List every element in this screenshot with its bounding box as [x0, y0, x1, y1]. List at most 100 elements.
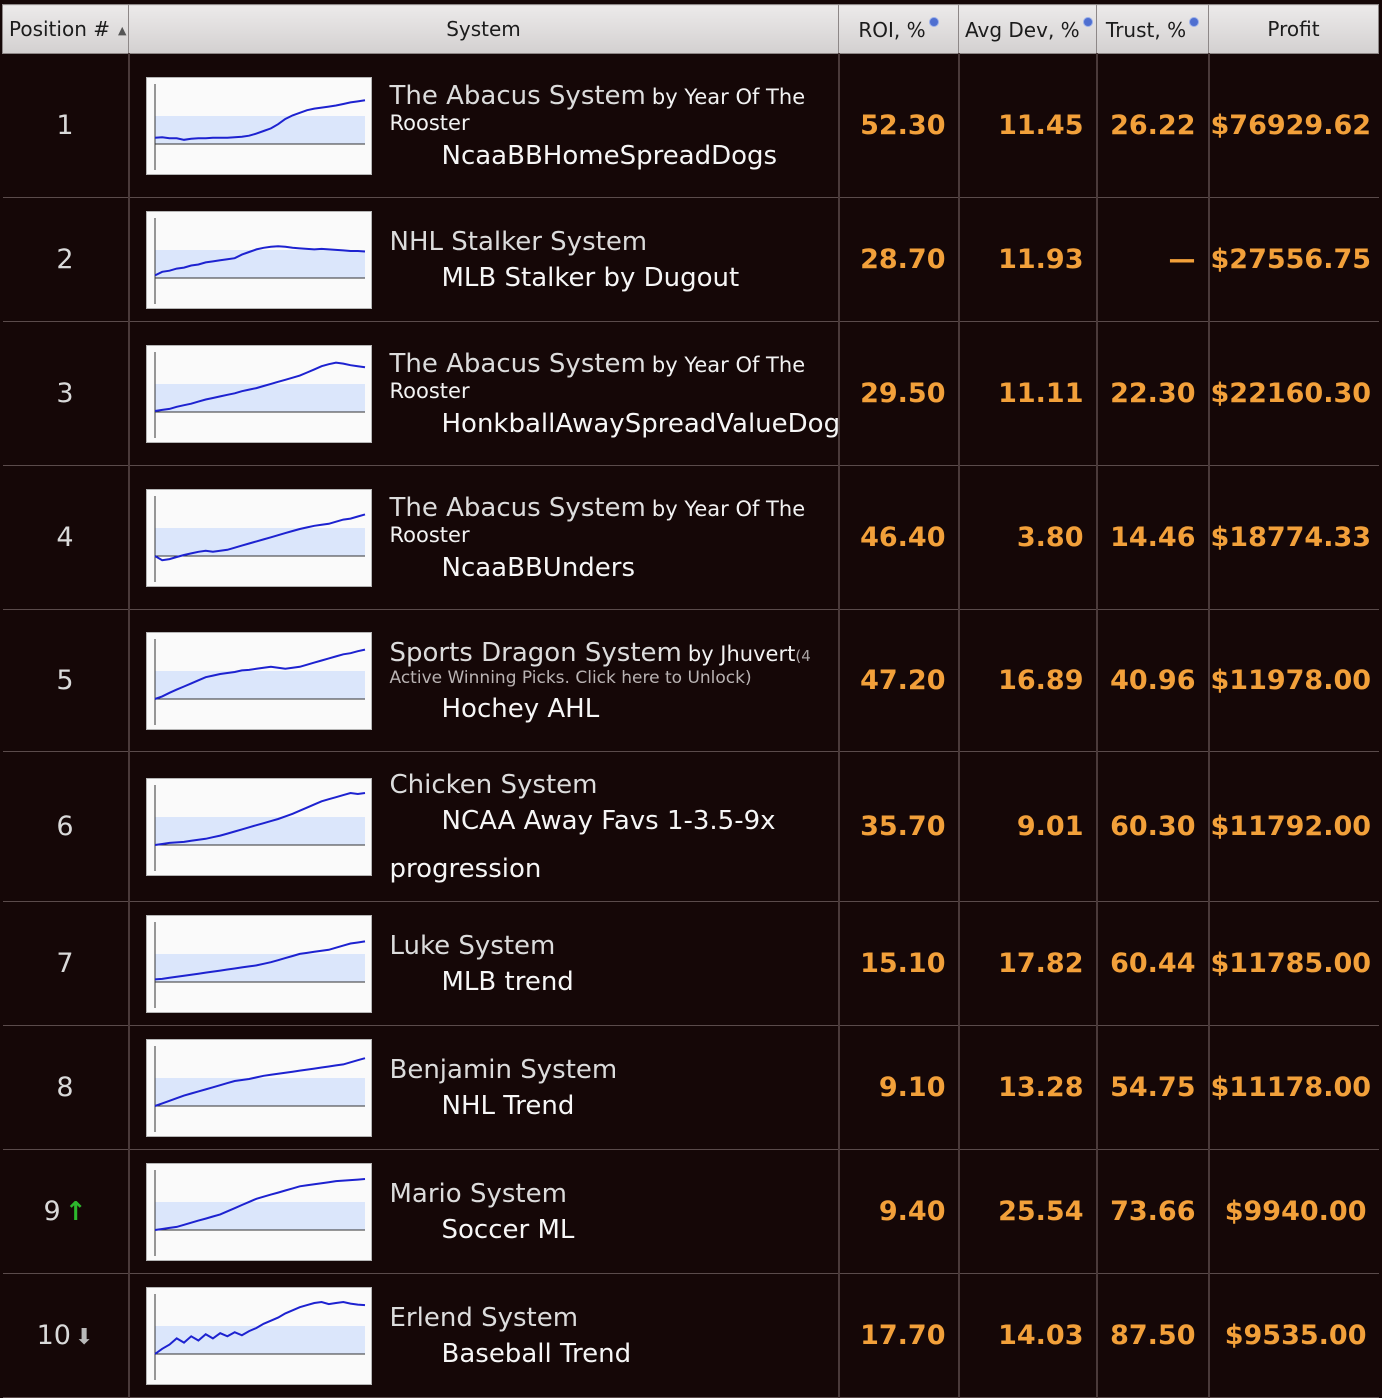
- system-author-cont: Rooster: [389, 522, 470, 547]
- column-header-profit[interactable]: Profit: [1208, 4, 1379, 54]
- profit-sparkline-chart[interactable]: [145, 777, 372, 876]
- roi-cell: 52.30: [837, 53, 959, 198]
- position-number: 10: [36, 1320, 71, 1351]
- strategy-name: NcaaBBUnders: [441, 552, 636, 583]
- avg-dev-cell: 3.80: [957, 465, 1097, 610]
- info-icon[interactable]: [928, 16, 939, 27]
- strategy-name: NHL Trend: [441, 1090, 575, 1121]
- strategy-name: NCAA Away Favs 1-3.5-9x: [441, 805, 776, 836]
- table-row[interactable]: 5 Sports Dragon System by Jhuvert(4 Active …: [2, 609, 1379, 752]
- system-name-link[interactable]: Erlend System: [390, 1303, 579, 1333]
- table-row[interactable]: 8 Benjamin System NHL Trend 9.10 13.28 54.75 $…: [2, 1025, 1379, 1150]
- system-author: by Year Of The: [651, 352, 806, 377]
- table-row[interactable]: 9 ↑ Mario System Soccer ML 9.40 25.54 73.66 $99…: [2, 1149, 1379, 1274]
- system-cell[interactable]: NHL Stalker System MLB Stalker by Dugout: [127, 197, 839, 322]
- profit-sparkline-chart[interactable]: [145, 488, 372, 587]
- system-name-link[interactable]: Chicken System: [390, 770, 598, 800]
- system-cell[interactable]: Erlend System Baseball Trend: [127, 1273, 839, 1398]
- system-name-link[interactable]: The Abacus System: [390, 349, 646, 379]
- sparkline-band: [154, 1201, 365, 1230]
- table-row[interactable]: 1 The Abacus System by Year Of The Rooster N…: [2, 53, 1379, 198]
- position-number: 4: [56, 522, 74, 553]
- position-cell: 4: [2, 465, 129, 610]
- position-number: 2: [56, 244, 74, 275]
- info-icon[interactable]: [1082, 16, 1093, 27]
- profit-sparkline-chart[interactable]: [145, 914, 372, 1013]
- profit-sparkline-chart[interactable]: [145, 1162, 372, 1261]
- table-row[interactable]: 4 The Abacus System by Year Of The Rooster N…: [2, 465, 1379, 610]
- system-cell[interactable]: The Abacus System by Year Of The Rooster Nc…: [127, 53, 839, 198]
- profit-sparkline-chart[interactable]: [145, 210, 372, 309]
- trust-cell: —: [1095, 197, 1209, 322]
- profit-cell: $22160.30: [1207, 321, 1379, 466]
- system-cell[interactable]: Luke System MLB trend: [127, 901, 839, 1026]
- system-name-link[interactable]: The Abacus System: [390, 81, 646, 111]
- table-row[interactable]: 2 NHL Stalker System MLB Stalker by Dugout…: [2, 197, 1379, 322]
- table-row[interactable]: 10 ⬇ Erlend System Baseball Trend 17.70 14.03…: [2, 1273, 1379, 1398]
- column-header-position[interactable]: Position # ▲: [2, 4, 129, 54]
- strategy-name: NcaaBBHomeSpreadDogs: [441, 140, 778, 171]
- profit-cell: $11178.00: [1207, 1025, 1379, 1150]
- trust-cell: 54.75: [1095, 1025, 1209, 1150]
- position-number: 3: [56, 378, 74, 409]
- system-cell[interactable]: The Abacus System by Year Of The Rooster Nc…: [127, 465, 839, 610]
- table-row[interactable]: 7 Luke System MLB trend 15.10 17.82 60.44 $117…: [2, 901, 1379, 1026]
- roi-cell: 29.50: [837, 321, 959, 466]
- profit-sparkline-chart[interactable]: [145, 76, 372, 175]
- profit-sparkline-chart[interactable]: [145, 1038, 372, 1137]
- profit-sparkline-chart[interactable]: [145, 344, 372, 443]
- system-author-cont: Rooster: [389, 110, 470, 135]
- column-header-position-label: Position #: [9, 17, 110, 41]
- position-cell: 10 ⬇: [2, 1273, 129, 1398]
- trust-cell: 60.44: [1095, 901, 1209, 1026]
- system-name-link[interactable]: Sports Dragon System: [390, 638, 682, 668]
- roi-cell: 47.20: [837, 609, 959, 752]
- system-cell[interactable]: Sports Dragon System by Jhuvert(4 Active W…: [127, 609, 839, 752]
- system-cell[interactable]: The Abacus System by Year Of The Rooster Ho…: [127, 321, 841, 466]
- avg-dev-cell: 11.93: [957, 197, 1097, 322]
- column-header-system[interactable]: System: [128, 4, 839, 54]
- system-cell[interactable]: Benjamin System NHL Trend: [127, 1025, 839, 1150]
- system-name-link[interactable]: Benjamin System: [390, 1055, 618, 1085]
- sparkline-band: [154, 1077, 365, 1106]
- strategy-name-cont: progression: [389, 853, 542, 884]
- strategy-name: MLB trend: [441, 966, 574, 997]
- table-row[interactable]: 6 Chicken System NCAA Away Favs 1-3.5-9x pr…: [2, 751, 1379, 902]
- trust-cell: 22.30: [1095, 321, 1209, 466]
- trust-cell: 60.30: [1095, 751, 1209, 902]
- column-header-avg-dev[interactable]: Avg Dev, %: [958, 4, 1097, 54]
- table-row[interactable]: 3 The Abacus System by Year Of The Rooster H…: [2, 321, 1379, 466]
- column-header-roi[interactable]: ROI, %: [838, 4, 959, 54]
- position-cell: 7: [2, 901, 129, 1026]
- system-name-link[interactable]: Luke System: [390, 931, 556, 961]
- system-cell[interactable]: Chicken System NCAA Away Favs 1-3.5-9x pro…: [127, 751, 839, 902]
- info-icon[interactable]: [1189, 16, 1200, 27]
- strategy-name: HonkballAwaySpreadValueDog: [441, 408, 841, 439]
- unlock-picks-link[interactable]: Active Winning Picks. Click here to Unlo…: [390, 668, 838, 688]
- unlock-prefix[interactable]: (4: [795, 647, 810, 665]
- roi-cell: 9.10: [837, 1025, 959, 1150]
- profit-sparkline-chart[interactable]: [145, 631, 372, 730]
- strategy-name: Baseball Trend: [441, 1338, 632, 1369]
- header-row: Position # ▲ System ROI, % Avg Dev, % Tru…: [2, 4, 1379, 54]
- rank-down-arrow-icon: ⬇: [74, 1325, 94, 1350]
- system-cell[interactable]: Mario System Soccer ML: [127, 1149, 839, 1274]
- profit-cell: $9535.00: [1207, 1273, 1379, 1398]
- system-name-link[interactable]: Mario System: [390, 1179, 567, 1209]
- system-name-link[interactable]: The Abacus System: [390, 493, 646, 523]
- column-header-avg-dev-label: Avg Dev, %: [965, 17, 1080, 42]
- system-name-link[interactable]: NHL Stalker System: [390, 227, 648, 257]
- position-cell: 6: [2, 751, 129, 902]
- sparkline-band: [154, 249, 365, 278]
- trust-cell: 87.50: [1095, 1273, 1209, 1398]
- position-cell: 3: [2, 321, 129, 466]
- profit-sparkline-chart[interactable]: [145, 1286, 372, 1385]
- position-cell: 1: [2, 53, 129, 198]
- column-header-trust[interactable]: Trust, %: [1096, 4, 1209, 54]
- profit-cell: $11792.00: [1207, 751, 1379, 902]
- position-number: 6: [56, 811, 74, 842]
- avg-dev-cell: 25.54: [957, 1149, 1097, 1274]
- roi-cell: 17.70: [837, 1273, 959, 1398]
- column-header-roi-label: ROI, %: [858, 17, 926, 42]
- profit-cell: $76929.62: [1207, 53, 1379, 198]
